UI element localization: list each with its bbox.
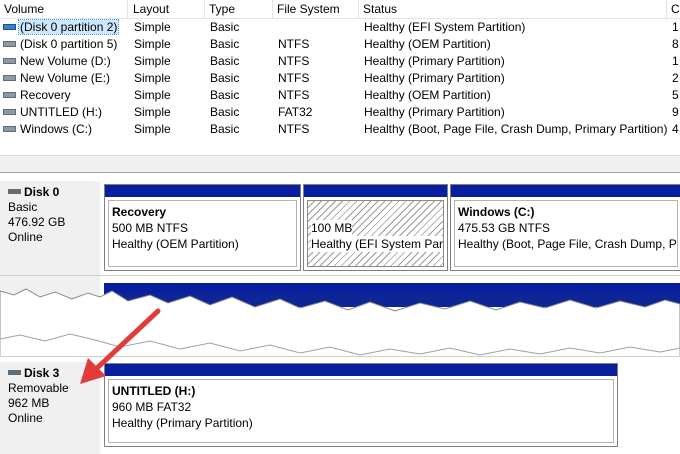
disk-name: Disk 0 [24, 185, 60, 199]
partition-size: 960 MB FAT32 [112, 400, 192, 414]
volume-type: Basic [210, 105, 240, 119]
volume-capacity: 4 [672, 122, 679, 136]
volume-type: Basic [210, 122, 240, 136]
volume-status: Healthy (Primary Partition) [364, 105, 505, 119]
volume-file-system: NTFS [278, 88, 310, 102]
volume-layout: Simple [134, 88, 171, 102]
volume-file-system: NTFS [278, 71, 310, 85]
volume-row[interactable]: New Volume (D:) Simple Basic NTFS Health… [0, 53, 680, 70]
volume-list: Volume Layout Type File System Status C … [0, 0, 680, 155]
volume-capacity: 1 [672, 54, 679, 68]
column-volume[interactable]: Volume [0, 0, 128, 18]
volume-name: New Volume (D:) [20, 54, 111, 68]
disk-graphical-view: Disk 0 Basic 476.92 GB Online Recovery 5… [0, 173, 680, 454]
volume-row[interactable]: (Disk 0 partition 2) Simple Basic Health… [0, 19, 680, 36]
volume-capacity: 2 [672, 71, 679, 85]
partition-status: Healthy (Boot, Page File, Crash Dump, Pr… [458, 237, 678, 251]
volume-capacity: 8 [672, 37, 679, 51]
volume-layout: Simple [134, 37, 171, 51]
volume-type: Basic [210, 71, 240, 85]
volume-capacity: 9 [672, 105, 679, 119]
disk-icon [3, 91, 16, 98]
column-header-row: Volume Layout Type File System Status C [0, 0, 680, 19]
volume-type: Basic [210, 88, 240, 102]
column-file-system[interactable]: File System [273, 0, 359, 18]
volume-layout: Simple [134, 105, 171, 119]
disk-icon [3, 108, 16, 115]
volume-file-system [278, 19, 358, 36]
volume-layout: Simple [134, 122, 171, 136]
volume-layout: Simple [134, 71, 171, 85]
volume-name: Windows (C:) [20, 122, 93, 136]
disk-separator [0, 356, 680, 357]
volume-name: Recovery [20, 88, 71, 102]
volume-name: (Disk 0 partition 5) [20, 37, 118, 51]
volume-type: Basic [210, 37, 240, 51]
volume-type: Basic [210, 20, 240, 34]
volume-status: Healthy (Boot, Page File, Crash Dump, Pr… [364, 122, 668, 136]
partition-status: Healthy (EFI System Parti [311, 236, 443, 252]
volume-status: Healthy (EFI System Partition) [364, 20, 526, 34]
volume-row[interactable]: Recovery Simple Basic NTFS Healthy (OEM … [0, 87, 680, 104]
disk-0-info[interactable]: Disk 0 Basic 476.92 GB Online [0, 181, 100, 277]
torn-partition-bar [104, 283, 680, 293]
disk-kind: Basic [8, 200, 38, 214]
volume-status: Healthy (Primary Partition) [364, 54, 505, 68]
volume-status: Healthy (OEM Partition) [364, 37, 491, 51]
disk-icon [3, 40, 16, 47]
disk-3-info[interactable]: Disk 3 Removable 962 MB Online [0, 362, 100, 454]
column-type[interactable]: Type [205, 0, 273, 18]
volume-name: UNTITLED (H:) [20, 105, 102, 119]
volume-file-system: NTFS [278, 54, 310, 68]
disk-size: 476.92 GB [8, 215, 66, 229]
partition-size: 475.53 GB NTFS [458, 221, 551, 235]
partition-size: 100 MB [311, 220, 353, 236]
torn-section [0, 277, 680, 357]
partition-title: UNTITLED (H:) [112, 384, 196, 398]
disk-state: Online [8, 411, 43, 425]
disk-separator [0, 275, 680, 276]
volume-type: Basic [210, 54, 240, 68]
pane-splitter[interactable] [0, 155, 680, 173]
volume-capacity: 1 [672, 20, 679, 34]
volume-layout: Simple [134, 20, 171, 34]
volume-layout: Simple [134, 54, 171, 68]
partition-untitled[interactable]: UNTITLED (H:) 960 MB FAT32 Healthy (Prim… [104, 363, 618, 447]
disk-icon [3, 57, 16, 64]
disk-kind: Removable [8, 381, 69, 395]
column-capacity[interactable]: C [667, 0, 680, 18]
disk-size: 962 MB [8, 396, 50, 410]
volume-name: (Disk 0 partition 2) [17, 19, 120, 35]
column-status[interactable]: Status [359, 0, 667, 18]
disk-blue-icon [3, 23, 16, 30]
disk-icon [3, 74, 16, 81]
volume-file-system: NTFS [278, 122, 310, 136]
column-layout[interactable]: Layout [129, 0, 205, 18]
partition-status: Healthy (Primary Partition) [112, 416, 253, 430]
volume-row[interactable]: New Volume (E:) Simple Basic NTFS Health… [0, 70, 680, 87]
volume-row[interactable]: UNTITLED (H:) Simple Basic FAT32 Healthy… [0, 104, 680, 121]
volume-status: Healthy (OEM Partition) [364, 88, 491, 102]
partition-title: Recovery [112, 205, 167, 219]
volume-name: New Volume (E:) [20, 71, 111, 85]
volume-file-system: NTFS [278, 37, 310, 51]
partition-status: Healthy (OEM Partition) [112, 237, 239, 251]
volume-status: Healthy (Primary Partition) [364, 71, 505, 85]
disk-state: Online [8, 230, 43, 244]
disk-icon [3, 125, 16, 132]
volume-capacity: 5 [672, 88, 679, 102]
disk-drive-icon [8, 189, 21, 195]
disk-name: Disk 3 [24, 366, 60, 380]
partition-efi[interactable]: 100 MB Healthy (EFI System Parti [303, 184, 448, 271]
partition-recovery[interactable]: Recovery 500 MB NTFS Healthy (OEM Partit… [104, 184, 301, 271]
partition-windows[interactable]: Windows (C:) 475.53 GB NTFS Healthy (Boo… [450, 184, 680, 271]
partition-size: 500 MB NTFS [112, 221, 189, 235]
partition-title: Windows (C:) [458, 205, 535, 219]
volume-row[interactable]: Windows (C:) Simple Basic NTFS Healthy (… [0, 121, 680, 138]
volume-row[interactable]: (Disk 0 partition 5) Simple Basic NTFS H… [0, 36, 680, 53]
volume-file-system: FAT32 [278, 105, 313, 119]
disk-drive-icon [8, 370, 21, 376]
